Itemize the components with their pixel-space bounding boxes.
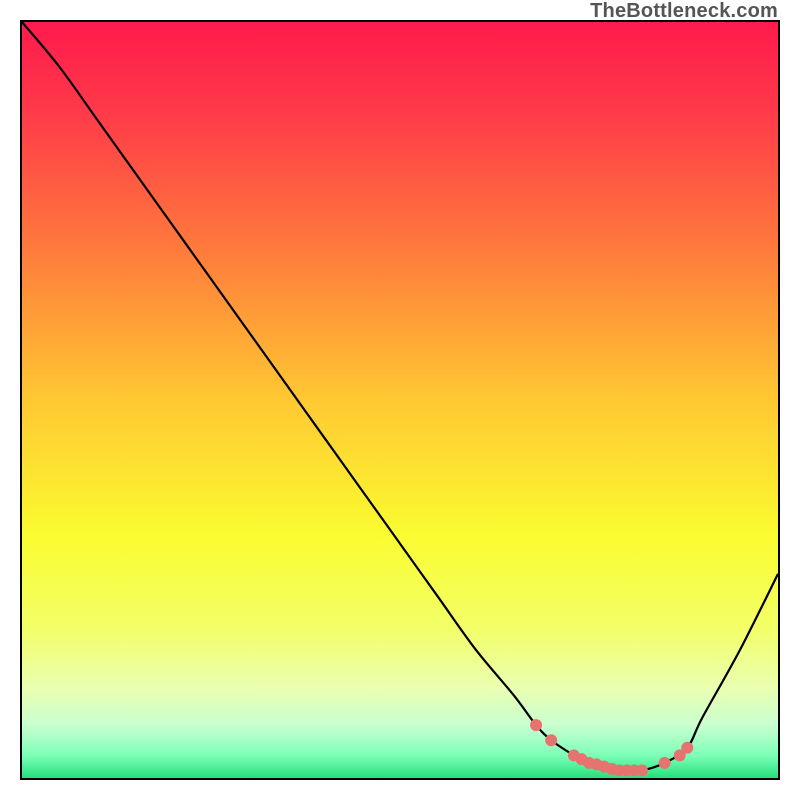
- bottleneck-curve: [22, 22, 778, 771]
- highlight-markers: [530, 719, 693, 776]
- marker-dot: [659, 757, 671, 769]
- marker-dot: [636, 764, 648, 776]
- marker-dot: [530, 719, 542, 731]
- marker-dot: [545, 734, 557, 746]
- curve-layer: [22, 22, 778, 778]
- chart-canvas: TheBottleneck.com: [0, 0, 800, 800]
- marker-dot: [681, 742, 693, 754]
- plot-area: [20, 20, 780, 780]
- watermark-label: TheBottleneck.com: [590, 0, 778, 23]
